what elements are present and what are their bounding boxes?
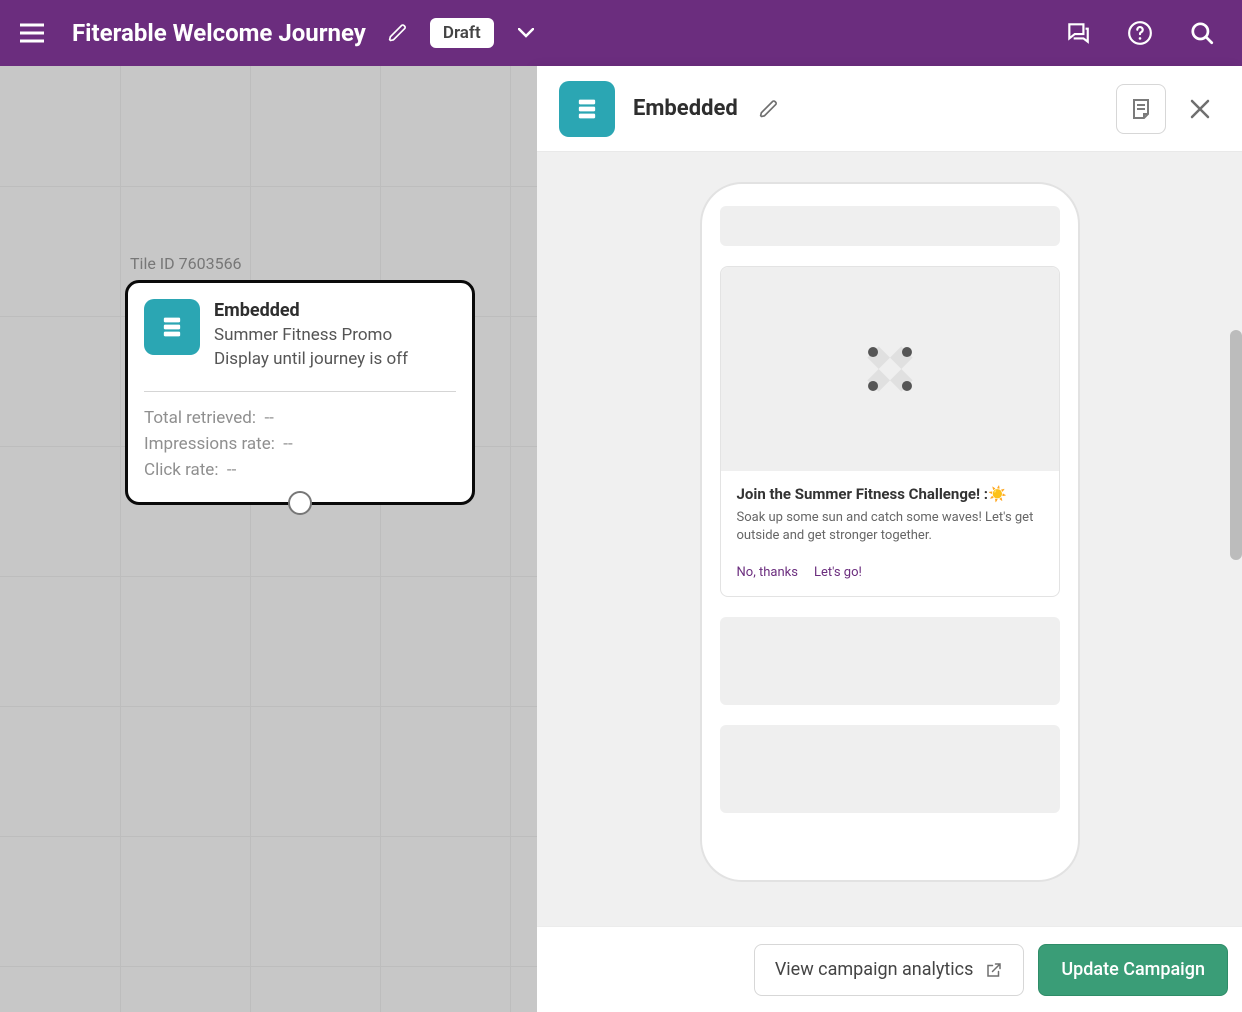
preview-card-body: Soak up some sun and catch some waves! L… [737,509,1043,545]
hamburger-menu-icon[interactable] [10,11,54,55]
embedded-icon [559,81,615,137]
preview-card-action-secondary[interactable]: No, thanks [737,565,798,580]
edit-title-icon[interactable] [384,19,412,47]
tile-stat-total-retrieved: Total retrieved: -- [144,408,456,428]
view-analytics-button[interactable]: View campaign analytics [754,944,1025,996]
search-icon[interactable] [1180,11,1224,55]
loading-icon [856,335,924,403]
panel-footer: View campaign analytics Update Campaign [537,926,1242,1012]
detail-panel: Embedded [537,66,1242,1012]
panel-scrollbar[interactable] [1230,330,1242,560]
tile-stat-click-rate: Click rate: -- [144,460,456,480]
tile-name: Summer Fitness Promo [214,325,408,345]
tile-type-label: Embedded [214,300,408,321]
skeleton-placeholder [720,206,1060,246]
edit-panel-title-icon[interactable] [754,94,784,124]
help-icon[interactable] [1118,11,1162,55]
status-badge: Draft [430,18,494,48]
preview-card: Join the Summer Fitness Challenge! :☀️ S… [720,266,1060,597]
conversations-icon[interactable] [1056,11,1100,55]
tile-id-label: Tile ID 7603566 [130,254,242,273]
tile-stat-impressions-rate: Impressions rate: -- [144,434,456,454]
close-icon[interactable] [1180,89,1220,129]
skeleton-placeholder [720,725,1060,813]
tile-output-node[interactable] [288,491,312,515]
journey-canvas[interactable]: Tile ID 7603566 Embedded Summer Fitness … [0,66,537,1012]
tile-card[interactable]: Embedded Summer Fitness Promo Display un… [125,280,475,505]
panel-title: Embedded [633,96,738,121]
preview-card-title: Join the Summer Fitness Challenge! :☀️ [737,485,1043,503]
external-link-icon [985,961,1003,979]
preview-card-action-primary[interactable]: Let's go! [814,565,862,580]
panel-body: Join the Summer Fitness Challenge! :☀️ S… [537,152,1242,926]
journey-title: Fiterable Welcome Journey [72,19,366,47]
status-chevron-down-icon[interactable] [512,19,540,47]
preview-card-image [721,267,1059,471]
view-analytics-label: View campaign analytics [775,959,974,980]
notes-button[interactable] [1116,84,1166,134]
embedded-icon [144,299,200,355]
update-campaign-label: Update Campaign [1061,959,1205,980]
skeleton-placeholder [720,617,1060,705]
phone-preview: Join the Summer Fitness Challenge! :☀️ S… [700,182,1080,882]
tile-display-rule: Display until journey is off [214,349,408,369]
panel-header: Embedded [537,66,1242,152]
top-bar: Fiterable Welcome Journey Draft [0,0,1242,66]
update-campaign-button[interactable]: Update Campaign [1038,944,1228,996]
